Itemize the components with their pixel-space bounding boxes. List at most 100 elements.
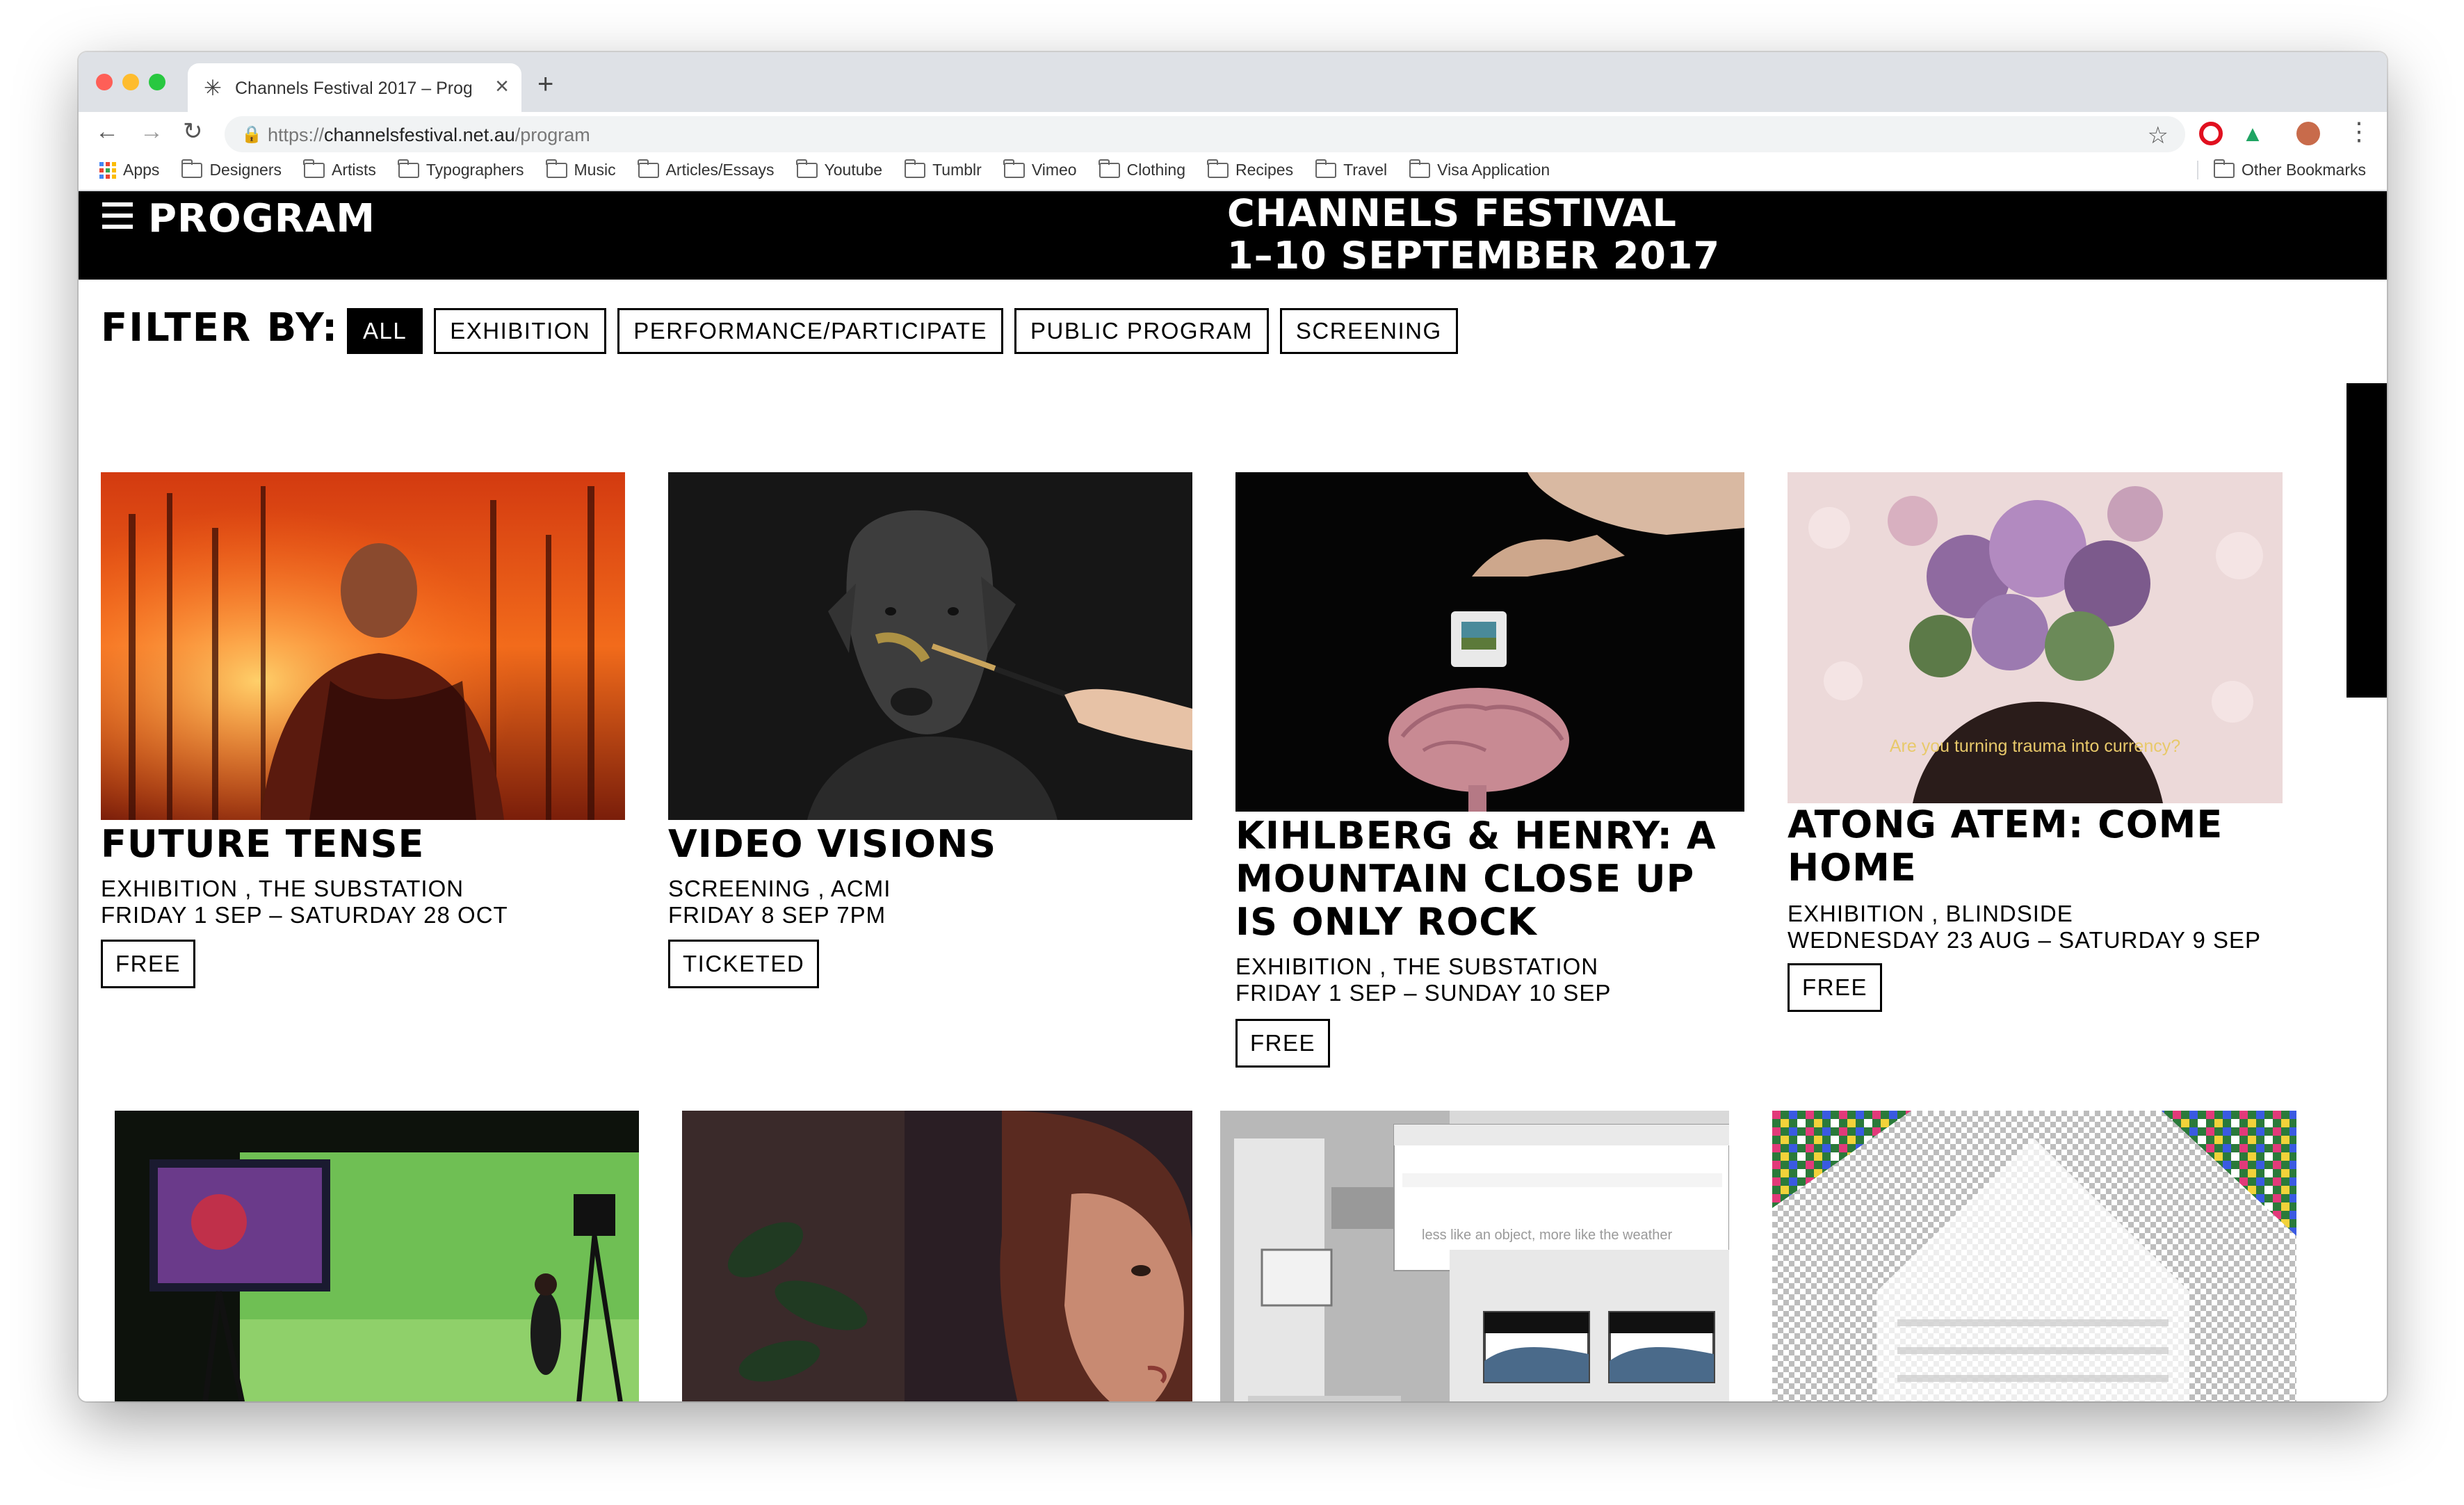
bookmark-label: Tumblr — [932, 161, 982, 179]
filter-all-button[interactable]: ALL — [347, 308, 423, 354]
bookmark-list: Apps Designers Artists Typographers Music Art… — [99, 159, 1550, 179]
hamburger-icon[interactable] — [102, 202, 133, 229]
card-category: EXHIBITION , BLINDSIDE — [1788, 901, 2073, 926]
url-text[interactable]: https://channelsfestival.net.au/program — [268, 124, 590, 146]
card-dates: WEDNESDAY 23 AUG – SATURDAY 9 SEP — [1788, 927, 2261, 953]
bookmark-typographers[interactable]: Typographers — [398, 159, 524, 179]
apps-icon — [99, 161, 116, 179]
filter-exhibition-button[interactable]: EXHIBITION — [434, 308, 607, 354]
card-title[interactable]: FUTURE TENSE — [101, 823, 625, 866]
maximize-window-button[interactable] — [149, 74, 165, 90]
program-card-image-glitch[interactable] — [1772, 1111, 2296, 1401]
bookmark-youtube[interactable]: Youtube — [796, 159, 883, 179]
other-bookmarks-label: Other Bookmarks — [2242, 161, 2366, 179]
card-category: EXHIBITION , THE SUBSTATION — [101, 876, 464, 901]
page-content: PROGRAM CHANNELS FESTIVAL 1–10 SEPTEMBER… — [79, 191, 2387, 1401]
filter-public-program-button[interactable]: PUBLIC PROGRAM — [1014, 308, 1269, 354]
bookmark-music[interactable]: Music — [546, 159, 616, 179]
folder-icon — [1003, 159, 1025, 178]
browser-tab[interactable]: ✳ Channels Festival 2017 – Program × — [188, 63, 521, 112]
bookmark-visa-application[interactable]: Visa Application — [1409, 159, 1550, 179]
close-icon[interactable]: × — [495, 74, 509, 98]
card-image[interactable]: Are you turning trauma into currency? — [1788, 472, 2283, 803]
bookmark-label: Vimeo — [1031, 161, 1077, 179]
bookmark-label: Travel — [1343, 161, 1388, 179]
tab-strip: ✳ Channels Festival 2017 – Program × + — [79, 52, 2387, 112]
festival-name[interactable]: CHANNELS FESTIVAL — [1227, 192, 1677, 235]
folder-icon — [796, 159, 818, 178]
card-category: SCREENING , ACMI — [668, 876, 891, 901]
opera-icon[interactable] — [2199, 122, 2223, 145]
filter-bar: ALL EXHIBITION PERFORMANCE/PARTICIPATE PUBL… — [347, 308, 1458, 354]
program-card-image-woman[interactable] — [682, 1111, 1192, 1401]
bookmark-label: Visa Application — [1437, 161, 1550, 179]
card-title[interactable]: VIDEO VISIONS — [668, 823, 1192, 866]
filter-screening-button[interactable]: SCREENING — [1279, 308, 1458, 354]
card-image[interactable] — [668, 472, 1192, 820]
channels-favicon-icon: ✳ — [204, 76, 222, 100]
back-icon[interactable]: ← — [95, 118, 119, 145]
folder-icon — [1409, 159, 1431, 178]
more-menu-icon[interactable]: ⋮ — [2347, 118, 2372, 145]
bookmark-recipes[interactable]: Recipes — [1207, 159, 1294, 179]
bookmark-label: Typographers — [425, 161, 524, 179]
page-title[interactable]: PROGRAM — [148, 193, 375, 246]
bookmark-artists[interactable]: Artists — [303, 159, 376, 179]
card-image[interactable] — [1235, 472, 1744, 812]
folder-icon — [2213, 159, 2235, 178]
bookmark-label: Apps — [123, 161, 160, 179]
url-host: channelsfestival.net.au — [324, 124, 515, 145]
reload-icon[interactable]: ↻ — [183, 118, 203, 145]
festival-dates: 1–10 SEPTEMBER 2017 — [1227, 234, 1721, 277]
bookmark-designers[interactable]: Designers — [181, 159, 282, 179]
image-caption: less like an object, more like the weath… — [1422, 1228, 1673, 1243]
folder-icon — [638, 159, 659, 178]
bookmark-label: Artists — [331, 161, 376, 179]
lock-icon: 🔒 — [241, 125, 262, 144]
forward-icon[interactable]: → — [140, 118, 163, 145]
other-bookmarks[interactable]: Other Bookmarks — [2197, 159, 2366, 179]
card-badge: FREE — [101, 940, 196, 988]
program-card-image-collage[interactable]: less like an object, more like the weath… — [1220, 1111, 1729, 1401]
bookmark-travel[interactable]: Travel — [1315, 159, 1388, 179]
drive-icon[interactable]: ▲ — [2241, 122, 2264, 145]
bookmark-vimeo[interactable]: Vimeo — [1003, 159, 1077, 179]
site-header: PROGRAM CHANNELS FESTIVAL 1–10 SEPTEMBER… — [79, 191, 2387, 280]
folder-icon — [181, 159, 203, 178]
bookmark-apps[interactable]: Apps — [99, 161, 159, 179]
bookmark-label: Music — [574, 161, 616, 179]
plus-icon[interactable]: + — [537, 70, 553, 98]
avatar-icon[interactable] — [2296, 122, 2320, 145]
bookmark-articles-essays[interactable]: Articles/Essays — [638, 159, 775, 179]
bookmark-clothing[interactable]: Clothing — [1099, 159, 1185, 179]
filter-performance-participate-button[interactable]: PERFORMANCE/PARTICIPATE — [617, 308, 1004, 354]
tab-title: Channels Festival 2017 – Program — [235, 79, 471, 98]
folder-icon — [1315, 159, 1337, 178]
bookmark-label: Clothing — [1126, 161, 1185, 179]
close-window-button[interactable] — [96, 74, 113, 90]
card-title[interactable]: ATONG ATEM: COME HOME — [1788, 803, 2283, 890]
folder-icon — [1207, 159, 1229, 178]
bookmark-tumblr[interactable]: Tumblr — [904, 159, 982, 179]
folder-icon — [1099, 159, 1120, 178]
program-card-image-green-screen[interactable] — [115, 1111, 639, 1401]
star-icon[interactable]: ☆ — [2148, 122, 2169, 150]
card-dates: FRIDAY 1 SEP – SUNDAY 10 SEP — [1235, 980, 1612, 1006]
filter-label: FILTER BY: — [101, 305, 339, 351]
card-title[interactable]: KIHLBERG & HENRY: A MOUNTAIN CLOSE UP IS… — [1235, 814, 1744, 944]
card-dates: FRIDAY 8 SEP 7PM — [668, 902, 886, 928]
bookmark-label: Youtube — [824, 161, 883, 179]
card-badge: FREE — [1788, 963, 1883, 1012]
card-image[interactable] — [101, 472, 625, 820]
card-category: EXHIBITION , THE SUBSTATION — [1235, 953, 1599, 979]
bookmark-label: Recipes — [1235, 161, 1294, 179]
folder-icon — [546, 159, 567, 178]
minimize-window-button[interactable] — [122, 74, 139, 90]
folder-icon — [904, 159, 926, 178]
side-tab[interactable] — [2347, 383, 2387, 698]
folder-icon — [303, 159, 325, 178]
bookmarks-bar: Apps Designers Artists Typographers Music Art… — [79, 155, 2387, 191]
address-bar[interactable]: 🔒 https://channelsfestival.net.au/progra… — [225, 116, 2185, 152]
card-dates: FRIDAY 1 SEP – SATURDAY 28 OCT — [101, 902, 508, 928]
url-scheme: https:// — [268, 124, 325, 145]
